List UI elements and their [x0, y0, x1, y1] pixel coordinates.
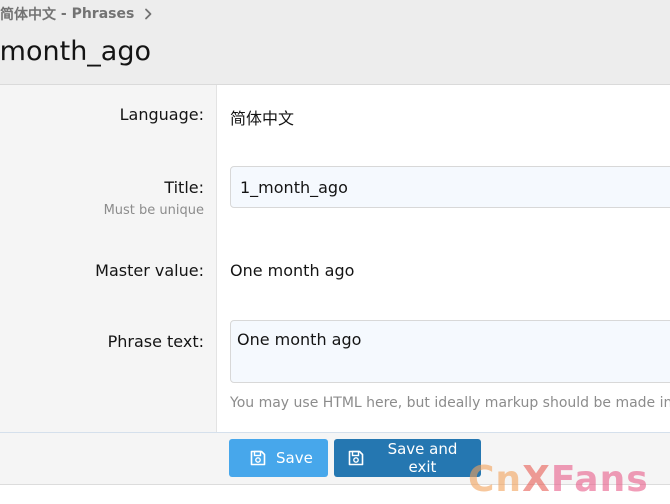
breadcrumb: 简体中文 - Phrases: [0, 4, 156, 24]
label-column: [0, 85, 217, 432]
save-button[interactable]: Save: [229, 439, 328, 477]
chevron-right-icon: [145, 8, 152, 20]
save-and-exit-button[interactable]: Save and exit: [334, 439, 481, 477]
breadcrumb-separator: -: [60, 6, 67, 22]
phrase-edit-form: Language: 简体中文 Title: Must be unique Mas…: [0, 85, 670, 432]
save-and-exit-button-label: Save and exit: [387, 440, 458, 476]
save-button-label: Save: [276, 449, 313, 467]
title-hint: Must be unique: [103, 203, 204, 218]
language-label: Language:: [119, 105, 204, 124]
master-value-label: Master value:: [95, 261, 204, 280]
save-icon: [348, 450, 364, 466]
master-value-text: One month ago: [230, 261, 355, 280]
save-icon: [250, 450, 266, 466]
page-header: 简体中文 - Phrases 1_month_ago: [0, 0, 670, 85]
submit-row: Save Save and exit: [0, 432, 670, 485]
phrase-text-explain: You may use HTML here, but ideally marku…: [230, 395, 670, 411]
title-label: Title:: [164, 178, 204, 197]
language-value: 简体中文: [230, 109, 295, 128]
page-title: 1_month_ago: [0, 36, 152, 67]
title-input[interactable]: [230, 166, 670, 208]
phrase-text-textarea[interactable]: One month ago: [230, 320, 670, 383]
breadcrumb-language-link[interactable]: 简体中文: [0, 4, 56, 24]
phrase-text-label: Phrase text:: [107, 332, 204, 351]
breadcrumb-phrases-link[interactable]: Phrases: [72, 6, 135, 22]
page-footer-strip: [0, 485, 670, 504]
